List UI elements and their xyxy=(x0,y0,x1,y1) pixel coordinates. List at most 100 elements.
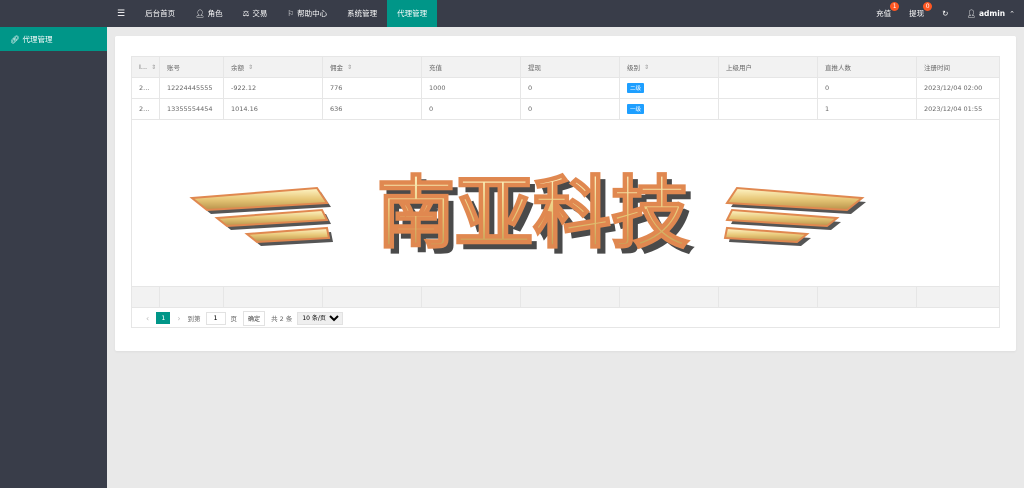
header-label: 提现 xyxy=(528,64,541,72)
cell-balance: 1014.16 xyxy=(224,99,323,119)
sort-icon[interactable]: ⇕ xyxy=(347,64,352,71)
col-level[interactable]: 级别 ⇕ xyxy=(620,57,719,77)
sort-icon[interactable]: ⇕ xyxy=(248,64,253,71)
content-card: I... ⇕ 账号 余额 ⇕ 佣金 ⇕ 充值 提现 级别 ⇕ 上级用户 直推人数 注册时… xyxy=(115,36,1016,351)
cell-regtime: 2023/12/04 01:55 xyxy=(924,105,983,113)
sidebar-item-agent[interactable]: 🔗︎ 代理管理 xyxy=(0,27,107,51)
table-body-empty: 南亚科技 南亚科技 xyxy=(132,120,999,286)
level-badge: 一级 xyxy=(627,104,645,114)
recharge-label: 充值 xyxy=(876,9,892,18)
header-label: 直推人数 xyxy=(825,64,851,72)
col-withdraw: 提现 xyxy=(521,57,620,77)
col-commission[interactable]: 佣金 ⇕ xyxy=(323,57,422,77)
user-menu[interactable]: 👤︎ admin ⌃ xyxy=(957,0,1024,27)
header-label: 余额 xyxy=(231,64,244,72)
nav-item-help[interactable]: ⚐ 帮助中心 xyxy=(277,0,337,27)
header-label: 上级用户 xyxy=(726,64,752,72)
cell-parent xyxy=(719,99,818,119)
cell-direct: 1 xyxy=(818,99,917,119)
cell-level: 一级 xyxy=(620,99,719,119)
total-count: 共 2 条 xyxy=(271,315,293,323)
main-nav: ☰ 后台首页 👤︎ 角色 ⚖ 交易 ⚐ 帮助中心 系统管理 代理管理 xyxy=(107,0,438,27)
nav-label: 交易 xyxy=(252,9,268,18)
col-parent: 上级用户 xyxy=(719,57,818,77)
cell-commission: 636 xyxy=(323,99,422,119)
col-regtime: 注册时间 xyxy=(917,57,999,77)
col-account: 账号 xyxy=(160,57,224,77)
cell-account: 12224445555 xyxy=(160,78,224,98)
header-label: I... xyxy=(139,63,148,71)
pagination: ‹ 1 › 到第 页 确定 共 2 条 10 条/页 xyxy=(132,307,999,328)
cell-recharge: 1000 xyxy=(422,78,521,98)
cell-regtime: 2023/12/04 02:00 xyxy=(924,84,983,92)
sort-icon[interactable]: ⇕ xyxy=(644,64,649,71)
brand-logo: 南亚科技 南亚科技 xyxy=(189,168,866,258)
user-icon: 👤︎ xyxy=(966,9,976,18)
scale-icon: ⚖ xyxy=(242,9,250,18)
table-header: I... ⇕ 账号 余额 ⇕ 佣金 ⇕ 充值 提现 级别 ⇕ 上级用户 直推人数 注册时… xyxy=(132,57,999,78)
page-number-input[interactable] xyxy=(205,311,226,325)
nav-label: 代理管理 xyxy=(397,9,428,18)
withdraw-button[interactable]: 提现 0 xyxy=(900,0,933,27)
sort-icon[interactable]: ⇕ xyxy=(151,64,156,71)
recharge-badge: 1 xyxy=(890,2,900,11)
refresh-icon: ↻ xyxy=(942,9,949,18)
left-wing-shape xyxy=(189,186,333,246)
table-total-row xyxy=(132,286,999,307)
prev-page-icon[interactable]: ‹ xyxy=(146,314,149,323)
current-page[interactable]: 1 xyxy=(156,312,171,324)
cell-withdraw: 0 xyxy=(521,99,620,119)
agent-table: I... ⇕ 账号 余额 ⇕ 佣金 ⇕ 充值 提现 级别 ⇕ 上级用户 直推人数 注册时… xyxy=(131,56,1000,328)
level-badge: 二级 xyxy=(627,83,645,93)
cell-parent xyxy=(719,78,818,98)
flag-icon: ⚐ xyxy=(287,9,295,18)
nav-item-roles[interactable]: 👤︎ 角色 xyxy=(185,0,233,27)
sidebar-item-label: 代理管理 xyxy=(22,34,53,44)
top-navbar: ☰ 后台首页 👤︎ 角色 ⚖ 交易 ⚐ 帮助中心 系统管理 代理管理 充值 1 … xyxy=(0,0,1024,27)
nav-label: 后台首页 xyxy=(145,9,176,18)
page-unit-label: 页 xyxy=(230,315,238,323)
nav-label: 系统管理 xyxy=(347,9,378,18)
cell-balance: -922.12 xyxy=(224,78,323,98)
table-row[interactable]: 2... 12224445555 -922.12 776 1000 0 二级 0… xyxy=(132,78,999,99)
col-balance[interactable]: 余额 ⇕ xyxy=(224,57,323,77)
next-page-icon[interactable]: › xyxy=(177,314,180,323)
right-wing-shape xyxy=(723,186,866,246)
cell-account: 13355554454 xyxy=(160,99,224,119)
page-size-select[interactable]: 10 条/页 xyxy=(297,311,344,325)
header-label: 账号 xyxy=(167,64,180,72)
cell-commission: 776 xyxy=(323,78,422,98)
nav-label: 角色 xyxy=(207,9,223,18)
menu-icon: ☰ xyxy=(117,8,126,19)
col-recharge: 充值 xyxy=(422,57,521,77)
nav-item-trade[interactable]: ⚖ 交易 xyxy=(233,0,278,27)
header-label: 佣金 xyxy=(330,64,343,72)
sidebar: 🔗︎ 代理管理 xyxy=(0,27,107,488)
link-icon: 🔗︎ xyxy=(10,34,20,44)
confirm-button[interactable]: 确定 xyxy=(243,310,266,326)
cell-withdraw: 0 xyxy=(521,78,620,98)
header-label: 充值 xyxy=(429,64,442,72)
chevron-up-icon: ⌃ xyxy=(1009,9,1015,18)
withdraw-badge: 0 xyxy=(923,2,933,11)
header-label: 级别 xyxy=(627,64,640,72)
nav-item-agent[interactable]: 代理管理 xyxy=(387,0,438,27)
refresh-button[interactable]: ↻ xyxy=(933,0,957,27)
withdraw-label: 提现 xyxy=(909,9,925,18)
nav-item-dashboard[interactable]: 后台首页 xyxy=(135,0,185,27)
recharge-button[interactable]: 充值 1 xyxy=(867,0,900,27)
cell-level: 二级 xyxy=(620,78,719,98)
header-label: 注册时间 xyxy=(924,64,950,72)
cell-id: 2... xyxy=(132,78,160,98)
svg-text:南亚科技: 南亚科技 xyxy=(377,169,689,258)
goto-label: 到第 xyxy=(187,315,201,323)
right-nav: 充值 1 提现 0 ↻ 👤︎ admin ⌃ xyxy=(867,0,1024,27)
table-row[interactable]: 2... 13355554454 1014.16 636 0 0 一级 1 20… xyxy=(132,99,999,120)
nav-item-system[interactable]: 系统管理 xyxy=(337,0,387,27)
menu-toggle-button[interactable]: ☰ xyxy=(107,0,135,27)
nav-label: 帮助中心 xyxy=(297,9,328,18)
user-icon: 👤︎ xyxy=(195,9,205,18)
cell-id: 2... xyxy=(132,99,160,119)
cell-recharge: 0 xyxy=(422,99,521,119)
col-id[interactable]: I... ⇕ xyxy=(132,57,160,77)
